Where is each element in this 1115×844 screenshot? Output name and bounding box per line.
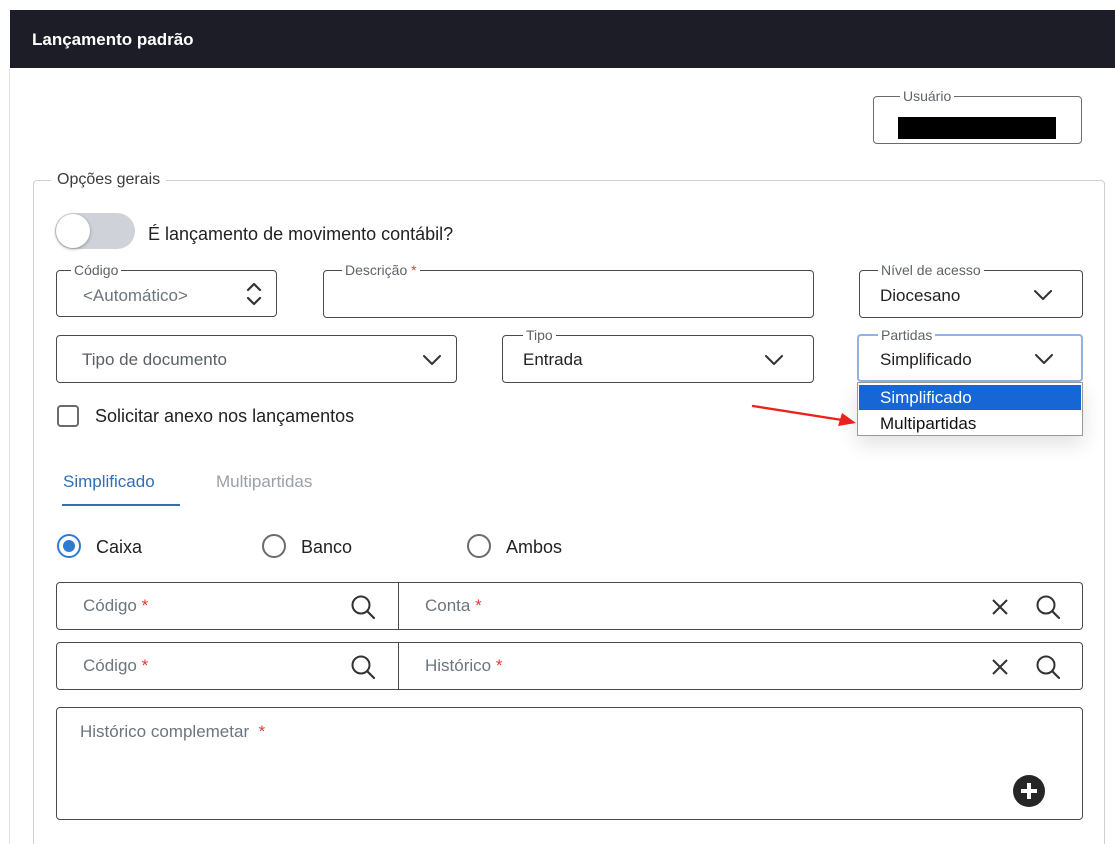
- radio-ambos-label: Ambos: [506, 537, 563, 557]
- historico-codigo-input[interactable]: Código *: [83, 656, 148, 676]
- active-tab-indicator: [62, 504, 180, 506]
- solicitar-anexo-checkbox[interactable]: [57, 405, 79, 427]
- user-field-label: Usuário: [900, 88, 955, 104]
- search-icon[interactable]: [350, 654, 376, 680]
- search-icon[interactable]: [1035, 654, 1061, 680]
- radio-caixa[interactable]: [57, 534, 81, 558]
- accounting-movement-toggle-label: É lançamento de movimento contábil?: [148, 224, 454, 244]
- tab-simplificado[interactable]: Simplificado: [63, 472, 155, 492]
- clear-icon[interactable]: [991, 658, 1009, 676]
- descricao-field[interactable]: Descrição *: [323, 262, 814, 318]
- general-options-legend: Opções gerais: [51, 171, 167, 189]
- codigo-label: Código: [71, 262, 122, 278]
- search-icon[interactable]: [350, 594, 376, 620]
- partidas-dropdown-list: Simplificado Multipartidas: [857, 382, 1083, 436]
- radio-ambos[interactable]: [467, 534, 491, 558]
- conta-codigo-input[interactable]: Código *: [83, 596, 148, 616]
- chevron-down-icon: [423, 355, 441, 365]
- historico-complementar-textarea[interactable]: Histórico complemetar *: [56, 707, 1083, 820]
- radio-banco[interactable]: [262, 534, 286, 558]
- nivel-acesso-select[interactable]: Nível de acesso Diocesano: [859, 262, 1083, 318]
- add-icon[interactable]: [1013, 775, 1045, 807]
- page-header: Lançamento padrão: [10, 10, 1115, 68]
- radio-banco-label: Banco: [301, 537, 353, 557]
- row-divider: [398, 643, 399, 689]
- partidas-select[interactable]: Partidas Simplificado: [857, 327, 1083, 382]
- descricao-label: Descrição *: [342, 262, 420, 278]
- conta-row: Código * Conta *: [56, 582, 1083, 630]
- search-icon[interactable]: [1035, 594, 1061, 620]
- codigo-stepper[interactable]: Código <Automático>: [56, 262, 277, 317]
- chevron-down-icon: [765, 355, 783, 365]
- partidas-option-multipartidas[interactable]: Multipartidas: [859, 411, 1081, 436]
- solicitar-anexo-label: Solicitar anexo nos lançamentos: [95, 406, 355, 426]
- partidas-label: Partidas: [878, 327, 936, 343]
- row-divider: [398, 583, 399, 629]
- page-title: Lançamento padrão: [32, 30, 194, 49]
- stepper-arrows-icon[interactable]: [245, 281, 263, 307]
- tab-multipartidas[interactable]: Multipartidas: [216, 472, 312, 492]
- nivel-acesso-value: Diocesano: [880, 286, 961, 305]
- annotation-arrow-icon: [751, 404, 856, 426]
- historico-complementar-label: Histórico complemetar *: [80, 722, 266, 741]
- content-left-border: [9, 68, 10, 844]
- tipo-documento-placeholder: Tipo de documento: [82, 350, 227, 369]
- partidas-value: Simplificado: [880, 350, 972, 369]
- user-field: Usuário: [873, 88, 1082, 144]
- required-mark: *: [411, 262, 417, 278]
- conta-input[interactable]: Conta *: [425, 596, 482, 616]
- accounting-movement-toggle[interactable]: [55, 213, 135, 249]
- clear-icon[interactable]: [991, 598, 1009, 616]
- tipo-value: Entrada: [523, 350, 583, 369]
- user-value-redacted: [898, 117, 1056, 139]
- historico-row: Código * Histórico *: [56, 642, 1083, 690]
- nivel-acesso-label: Nível de acesso: [878, 262, 984, 278]
- toggle-knob: [56, 214, 90, 248]
- tipo-select[interactable]: Tipo Entrada: [502, 327, 814, 383]
- tipo-label: Tipo: [523, 327, 556, 343]
- chevron-down-icon: [1035, 354, 1053, 364]
- radio-caixa-label: Caixa: [96, 537, 143, 557]
- chevron-down-icon: [1034, 290, 1052, 300]
- partidas-option-simplificado[interactable]: Simplificado: [859, 385, 1081, 410]
- historico-input[interactable]: Histórico *: [425, 656, 502, 676]
- tipo-documento-select[interactable]: Tipo de documento: [56, 335, 457, 383]
- codigo-placeholder: <Automático>: [83, 286, 188, 305]
